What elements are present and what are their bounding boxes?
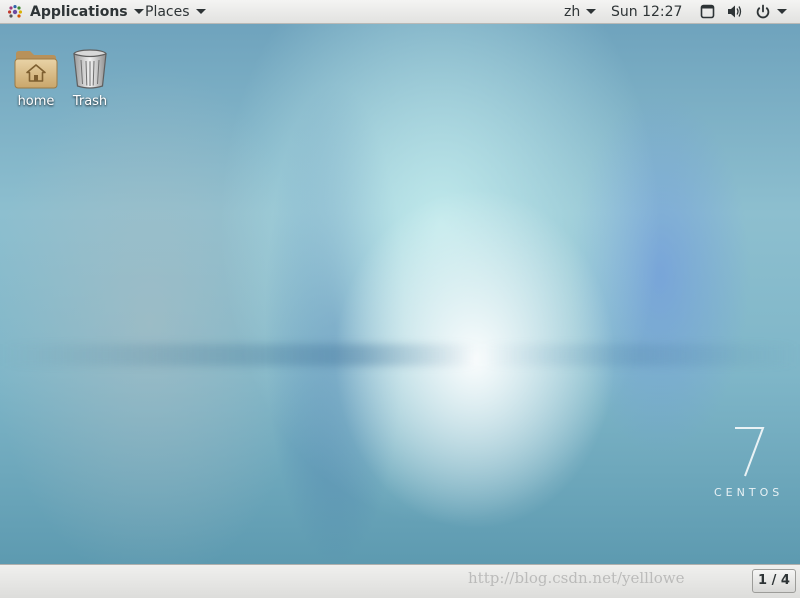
window-icon — [700, 4, 715, 19]
applications-label: Applications — [30, 3, 128, 20]
home-folder-icon — [14, 51, 58, 89]
top-panel: Applications Places zh Sun 12:27 — [0, 0, 800, 24]
chevron-down-icon — [195, 9, 206, 14]
clock-button[interactable]: Sun 12:27 — [611, 0, 682, 23]
centos-logo: CENTOS — [706, 424, 796, 504]
input-language-label: zh — [564, 3, 581, 20]
desktop-icon-label: Trash — [72, 94, 108, 109]
volume-button[interactable] — [727, 0, 743, 23]
centos-seven-mark — [735, 427, 765, 477]
desktop-background[interactable]: home Trash CENTOS — [0, 24, 800, 564]
bottom-panel: http://blog.csdn.net/yelllowe 1 / 4 — [0, 564, 800, 598]
places-menu-button[interactable]: Places — [145, 0, 206, 23]
window-indicator-button[interactable] — [700, 0, 715, 23]
chevron-down-icon — [777, 9, 787, 14]
clock-label: Sun 12:27 — [611, 3, 683, 20]
volume-icon — [728, 5, 742, 18]
screen: Applications Places zh Sun 12:27 home Tr… — [0, 0, 800, 598]
places-label: Places — [145, 3, 190, 20]
centos-wordmark: CENTOS — [714, 486, 784, 499]
power-icon — [756, 4, 770, 18]
applications-menu-button[interactable]: Applications — [7, 0, 144, 23]
workspace-switcher-button[interactable]: 1 / 4 — [752, 569, 796, 593]
chevron-down-icon — [586, 9, 597, 14]
power-menu-button[interactable] — [755, 0, 787, 23]
desktop-icon-home[interactable]: home — [8, 48, 64, 109]
desktop-icon-label: home — [17, 94, 55, 109]
input-language-button[interactable]: zh — [564, 0, 597, 23]
desktop-icon-trash[interactable]: Trash — [62, 48, 118, 109]
gnome-foot-icon — [8, 4, 22, 18]
watermark-text: http://blog.csdn.net/yelllowe — [468, 569, 685, 587]
chevron-down-icon — [133, 9, 144, 14]
trash-icon — [73, 49, 107, 89]
